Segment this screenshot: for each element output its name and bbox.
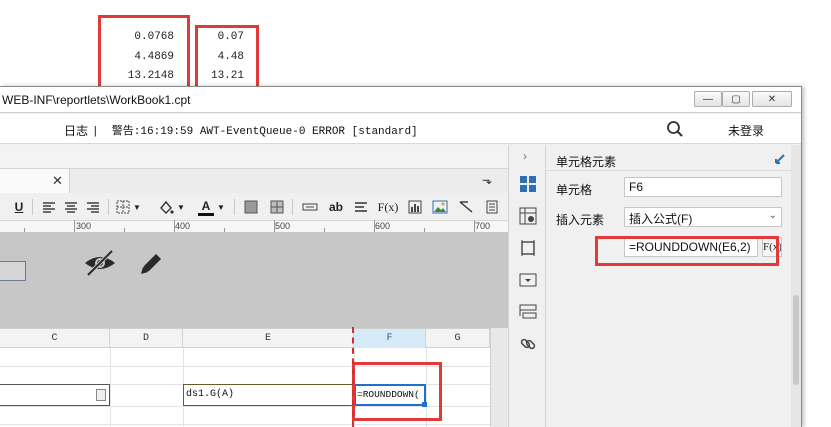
pin-icon[interactable] xyxy=(774,153,786,165)
border-icon[interactable] xyxy=(116,198,130,216)
format-toolbar: U ▼ ▼ A ▼ ab F(x) xyxy=(0,193,508,221)
ruler-label: 400 xyxy=(175,221,191,231)
login-link[interactable]: 未登录 xyxy=(728,122,764,139)
split-cells-icon[interactable] xyxy=(270,198,284,216)
border-dropdown-icon[interactable]: ▼ xyxy=(132,198,142,216)
panel-scrollbar[interactable] xyxy=(791,145,801,427)
maximize-button[interactable]: ▢ xyxy=(722,91,750,107)
underline-button[interactable]: U xyxy=(12,198,26,216)
expand-arrow-icon[interactable]: › xyxy=(523,149,527,163)
chevron-down-icon: ⌄ xyxy=(768,210,777,221)
toolbar-divider xyxy=(292,199,293,215)
minimize-button[interactable]: — xyxy=(694,91,722,107)
fill-color-icon[interactable] xyxy=(158,198,174,216)
font-color-icon[interactable]: A xyxy=(198,198,214,216)
cell-e6[interactable]: ds1.G(A) xyxy=(183,384,354,406)
tab-strip xyxy=(0,145,508,169)
cell-attribute-icon[interactable] xyxy=(519,207,537,225)
close-button[interactable]: ✕ xyxy=(752,91,792,107)
dropdown-widget-icon[interactable] xyxy=(519,271,537,289)
rounded-values-highlight xyxy=(195,25,259,94)
text-ab-button[interactable]: ab xyxy=(328,198,344,216)
align-center-icon[interactable] xyxy=(64,198,78,216)
hide-eye-icon[interactable] xyxy=(82,249,118,277)
font-color-dropdown-icon[interactable]: ▼ xyxy=(216,198,226,216)
cell-d6-marker-icon xyxy=(96,389,106,401)
cell-f6-highlight xyxy=(352,362,442,421)
column-header-c[interactable]: C xyxy=(0,329,110,348)
toolbar-divider xyxy=(234,199,235,215)
column-header-d[interactable]: D xyxy=(110,329,183,348)
toolbar-divider xyxy=(108,199,109,215)
right-sidebar: › xyxy=(508,145,546,427)
cell-name-label: 单元格 xyxy=(556,183,593,197)
cell-c6[interactable] xyxy=(0,384,110,406)
log-message: | 警告:16:19:59 AWT-EventQueue-0 ERROR [st… xyxy=(92,126,418,138)
formula-highlight xyxy=(595,236,779,266)
formula-button[interactable]: F(x) xyxy=(378,198,399,216)
toolbar-divider xyxy=(32,199,33,215)
cell-element-icon[interactable] xyxy=(519,175,537,193)
column-header-g[interactable]: G xyxy=(426,329,490,348)
panel-header: 单元格元素 xyxy=(546,145,791,171)
cell-e6-value: ds1.G(A) xyxy=(186,389,235,400)
fill-dropdown-icon[interactable]: ▼ xyxy=(176,198,186,216)
ruler-label: 700 xyxy=(475,221,491,231)
ruler-label: 600 xyxy=(375,221,391,231)
insert-element-value: 插入公式(F) xyxy=(629,212,693,226)
subreport-icon[interactable] xyxy=(486,198,498,216)
align-right-icon[interactable] xyxy=(86,198,100,216)
title-bar: WEB-INF\reportlets\WorkBook1.cpt — ▢ ✕ xyxy=(0,87,801,113)
collapse-icon[interactable]: ⬎ xyxy=(482,173,492,187)
tab-close-icon[interactable]: ✕ xyxy=(52,173,63,189)
cell-element-panel: 单元格元素 单元格 F6 插入元素 插入公式(F) ⌄ =ROUNDDOWN(E… xyxy=(546,145,791,427)
rich-text-icon[interactable] xyxy=(354,198,368,216)
chart-icon[interactable] xyxy=(408,198,422,216)
search-icon[interactable] xyxy=(666,120,684,138)
column-f-dashed-marker xyxy=(352,327,354,427)
grid-scrollbar[interactable] xyxy=(490,328,508,427)
cell-name-field[interactable]: F6 xyxy=(624,177,782,197)
widget-settings-icon[interactable] xyxy=(519,239,537,257)
column-header-e[interactable]: E xyxy=(183,329,354,348)
ruler-label: 300 xyxy=(76,221,92,231)
insert-element-label: 插入元素 xyxy=(556,213,605,227)
parameter-pane xyxy=(0,233,508,328)
ruler-label: 500 xyxy=(275,221,291,231)
hyperlink-icon[interactable] xyxy=(519,335,537,353)
slash-icon[interactable] xyxy=(458,198,474,216)
ruler: 300 400 500 600 700 xyxy=(0,220,508,233)
raw-values-highlight xyxy=(98,15,190,90)
log-label[interactable]: 日志 xyxy=(64,122,88,139)
log-bar: 日志 | 警告:16:19:59 AWT-EventQueue-0 ERROR … xyxy=(0,114,801,144)
edit-pencil-icon[interactable] xyxy=(136,249,166,279)
insert-text-icon[interactable] xyxy=(302,198,318,216)
column-header: C D E F G xyxy=(0,328,490,348)
condition-attribute-icon[interactable] xyxy=(519,303,537,321)
insert-element-select[interactable]: 插入公式(F) ⌄ xyxy=(624,207,782,227)
image-icon[interactable] xyxy=(432,198,448,216)
panel-title: 单元格元素 xyxy=(556,155,617,169)
parameter-widget[interactable] xyxy=(0,261,26,281)
sub-tab-strip xyxy=(0,169,508,193)
column-header-f[interactable]: F xyxy=(354,329,426,348)
align-left-icon[interactable] xyxy=(42,198,56,216)
window-title: WEB-INF\reportlets\WorkBook1.cpt xyxy=(2,93,191,107)
merge-cells-icon[interactable] xyxy=(244,198,258,216)
